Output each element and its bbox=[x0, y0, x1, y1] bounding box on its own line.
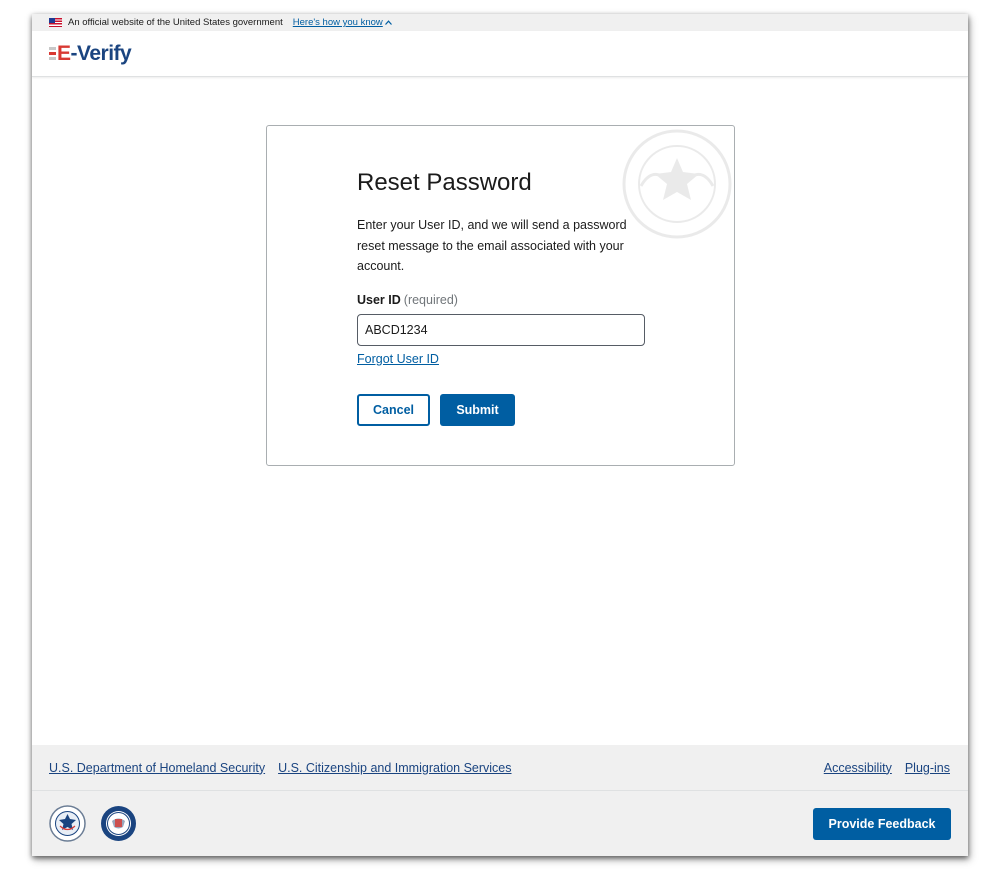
logo-verify: -Verify bbox=[70, 42, 132, 65]
main-content: Reset Password Enter your User ID, and w… bbox=[32, 77, 968, 745]
user-id-input[interactable] bbox=[357, 313, 645, 346]
reset-password-card: Reset Password Enter your User ID, and w… bbox=[266, 125, 735, 466]
instructions-text: Enter your User ID, and we will send a p… bbox=[357, 218, 627, 273]
everify-logo[interactable]: E-Verify bbox=[49, 42, 132, 66]
logo-e: E bbox=[57, 42, 71, 65]
required-hint: (required) bbox=[403, 292, 458, 307]
plugins-link[interactable]: Plug-ins bbox=[905, 761, 950, 775]
user-id-label: User ID (required) bbox=[357, 293, 647, 307]
cancel-button[interactable]: Cancel bbox=[357, 393, 430, 426]
uscis-link[interactable]: U.S. Citizenship and Immigration Service… bbox=[278, 761, 511, 775]
provide-feedback-button[interactable]: Provide Feedback bbox=[813, 807, 951, 840]
agency-seals bbox=[49, 805, 137, 842]
page-title: Reset Password bbox=[357, 169, 532, 196]
uscis-seal-icon[interactable] bbox=[100, 805, 137, 842]
card-content: Reset Password Enter your User ID, and w… bbox=[357, 169, 647, 426]
footer-bottom: Provide Feedback bbox=[32, 791, 968, 856]
user-id-label-text: User ID bbox=[357, 292, 401, 307]
heres-how-you-know-link[interactable]: Here's how you know bbox=[293, 17, 392, 28]
logo-stripes-icon bbox=[49, 47, 56, 60]
site-footer: U.S. Department of Homeland Security U.S… bbox=[32, 745, 968, 856]
footer-utility-links: Accessibility Plug-ins bbox=[824, 761, 950, 775]
forgot-user-id-link[interactable]: Forgot User ID bbox=[357, 352, 439, 366]
us-flag-icon bbox=[49, 18, 62, 27]
heres-how-you-know-label: Here's how you know bbox=[292, 17, 383, 28]
site-header: E-Verify bbox=[32, 31, 968, 77]
chevron-up-icon bbox=[384, 20, 392, 25]
logo-text: E-Verify bbox=[57, 42, 132, 65]
dhs-link[interactable]: U.S. Department of Homeland Security bbox=[49, 761, 265, 775]
footer-agency-links: U.S. Department of Homeland Security U.S… bbox=[49, 761, 512, 775]
submit-button[interactable]: Submit bbox=[440, 393, 515, 426]
dhs-seal-icon[interactable] bbox=[49, 805, 86, 842]
gov-banner: An official website of the United States… bbox=[32, 14, 968, 31]
accessibility-link[interactable]: Accessibility bbox=[824, 761, 892, 775]
footer-links: U.S. Department of Homeland Security U.S… bbox=[32, 745, 968, 791]
form-actions: Cancel Submit bbox=[357, 393, 647, 426]
browser-window: An official website of the United States… bbox=[32, 14, 968, 856]
gov-banner-text: An official website of the United States… bbox=[68, 17, 283, 28]
